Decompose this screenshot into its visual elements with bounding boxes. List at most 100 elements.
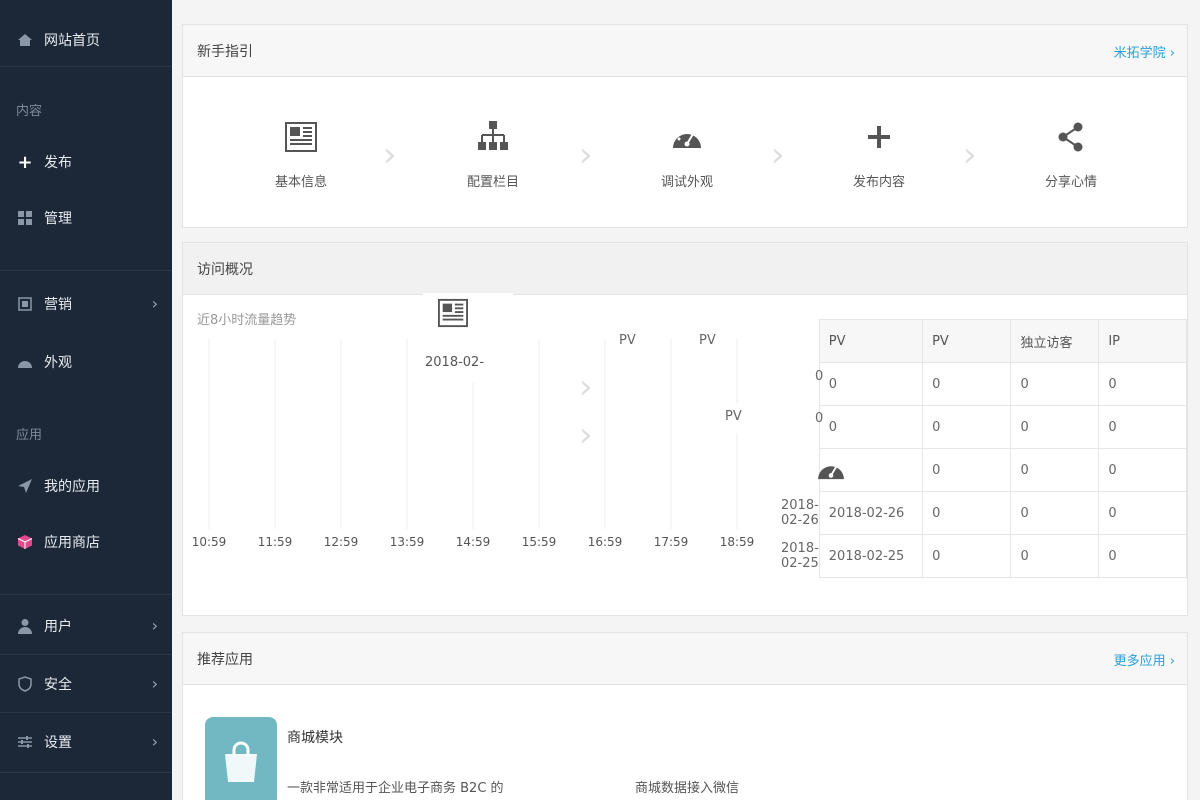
overlay-pv-a: PV	[619, 333, 636, 348]
table-cell: 0	[922, 448, 1012, 492]
home-icon	[16, 31, 34, 49]
guide-step-label: 调试外观	[660, 175, 713, 190]
guide-title: 新手指引	[197, 43, 253, 60]
sidebar-security-label: 安全	[44, 677, 72, 693]
sidebar-home-label: 网站首页	[44, 33, 100, 49]
sidebar-app-store-label: 应用商店	[44, 535, 100, 551]
table-cell: 0	[1098, 534, 1187, 578]
section-content-label: 内容	[16, 104, 43, 119]
x-tick-label: 17:59	[653, 535, 689, 549]
table-cell: 0	[1098, 491, 1187, 535]
overlay-date: 2018-02-	[425, 355, 485, 370]
plus-icon	[819, 117, 939, 157]
x-tick-label: 10:59	[191, 535, 227, 549]
sidebar-item-settings[interactable]: 设置 ›	[0, 718, 172, 766]
table-row: 2018-02-26 2018-02-26 0 0 0	[781, 491, 1187, 535]
table-cell: 0	[1098, 405, 1187, 449]
sidebar-item-home[interactable]: 网站首页	[0, 16, 172, 64]
table-header: PV	[922, 319, 1012, 363]
chevron-right-icon: ›	[579, 415, 593, 455]
table-cell: 0	[922, 534, 1012, 578]
table-row: 0000	[781, 405, 1187, 449]
sidebar-appearance-label: 外观	[44, 355, 72, 371]
sidebar-item-marketing[interactable]: 营销 ›	[0, 280, 172, 328]
table-cell: 2018-02-25	[818, 534, 924, 578]
table-cell: 2018-02-26	[818, 491, 924, 535]
chevron-right-icon: ›	[579, 367, 593, 407]
table-cell: 0	[818, 362, 924, 406]
overlay-card: 2018-02-	[423, 293, 513, 383]
sidebar-item-appearance[interactable]: 外观	[0, 338, 172, 386]
table-cell: 0	[1098, 362, 1187, 406]
table-cell: 0	[1010, 491, 1100, 535]
sidebar-users-label: 用户	[44, 619, 72, 635]
visits-title: 访问概况	[197, 261, 253, 278]
sidebar-item-my-apps[interactable]: 我的应用	[0, 462, 172, 510]
table-header: IP	[1098, 319, 1187, 363]
guide-step-columns[interactable]: 配置栏目	[433, 117, 553, 190]
guide-step-label: 基本信息	[274, 175, 327, 190]
x-tick-label: 12:59	[323, 535, 359, 549]
sidebar-item-publish[interactable]: + 发布	[0, 138, 172, 186]
plus-icon: +	[17, 151, 33, 173]
grid-icon	[16, 209, 34, 227]
chevron-right-icon: ›	[151, 616, 158, 635]
recommended-title: 推荐应用	[197, 651, 253, 668]
chevron-right-icon: ›	[151, 732, 158, 751]
guide-step-share[interactable]: 分享心情	[1011, 117, 1131, 190]
table-header: PV	[818, 319, 924, 363]
app-card-mall[interactable]: 商城模块 一款非常适用于企业电子商务 B2C 的 商城数据接入微信	[205, 717, 805, 800]
table-cell: 2018-02-25	[781, 541, 819, 571]
dashboard-icon	[627, 117, 747, 157]
user-icon	[16, 617, 34, 635]
chevron-right-icon: ›	[963, 135, 977, 175]
recommended-header: 推荐应用 更多应用 ›	[183, 633, 1187, 685]
guide-panel: 新手指引 米拓学院 › 基本信息 › 配置栏目 › 调试外观 › 发布内容 › …	[182, 24, 1188, 228]
overlay-pv-b: PV	[699, 333, 716, 348]
sliders-icon	[16, 733, 34, 751]
sidebar-item-users[interactable]: 用户 ›	[0, 602, 172, 650]
sidebar-manage-label: 管理	[44, 211, 72, 227]
table-cell: 0	[1098, 448, 1187, 492]
sidebar-publish-label: 发布	[44, 155, 72, 171]
x-tick-label: 13:59	[389, 535, 425, 549]
sidebar-my-apps-label: 我的应用	[44, 479, 100, 495]
table-row: 0000	[781, 362, 1187, 406]
visits-panel: 访问概况 近8小时流量趋势 10:59 11:59 12:59 13:59 14:59 1…	[182, 242, 1188, 616]
x-tick-label: 18:59	[719, 535, 755, 549]
send-icon	[16, 477, 34, 495]
share-icon	[1011, 117, 1131, 157]
visits-header: 访问概况	[183, 243, 1187, 295]
guide-step-appearance[interactable]: 调试外观	[627, 117, 747, 190]
sidebar: 网站首页 内容 + 发布 管理 营销 › 外观 应用 我的应用 应用商店 用户 …	[0, 0, 172, 800]
app-name: 商城模块	[287, 730, 343, 746]
sidebar-item-manage[interactable]: 管理	[0, 194, 172, 242]
table-cell: 0	[1010, 362, 1100, 406]
app-description-2: 商城数据接入微信	[635, 781, 740, 796]
guide-step-publish[interactable]: 发布内容	[819, 117, 939, 190]
table-row: 2018-02-25 2018-02-25 0 0 0	[781, 534, 1187, 578]
overlay-value: 0	[815, 369, 824, 384]
app-description: 一款非常适用于企业电子商务 B2C 的	[287, 781, 504, 796]
guide-step-basic-info[interactable]: 基本信息	[241, 117, 361, 190]
more-apps-link[interactable]: 更多应用 ›	[1114, 650, 1175, 669]
guide-step-label: 分享心情	[1044, 175, 1097, 190]
table-cell	[781, 449, 819, 492]
newspaper-icon	[241, 117, 361, 157]
newspaper-icon	[438, 298, 468, 332]
sidebar-item-app-store[interactable]: 应用商店	[0, 518, 172, 566]
guide-header: 新手指引 米拓学院 ›	[183, 25, 1187, 77]
chevron-right-icon: ›	[151, 674, 158, 693]
table-header: 独立访客	[1010, 319, 1100, 363]
table-cell	[781, 363, 819, 406]
x-tick-label: 16:59	[587, 535, 623, 549]
cube-icon	[16, 533, 34, 551]
academy-link[interactable]: 米拓学院 ›	[1114, 42, 1175, 61]
table-cell: 0	[922, 491, 1012, 535]
sidebar-item-security[interactable]: 安全 ›	[0, 660, 172, 708]
x-tick-label: 14:59	[455, 535, 491, 549]
sitemap-icon	[433, 117, 553, 157]
chevron-right-icon: ›	[383, 135, 397, 175]
chevron-right-icon: ›	[771, 135, 785, 175]
sidebar-marketing-label: 营销	[44, 297, 72, 313]
